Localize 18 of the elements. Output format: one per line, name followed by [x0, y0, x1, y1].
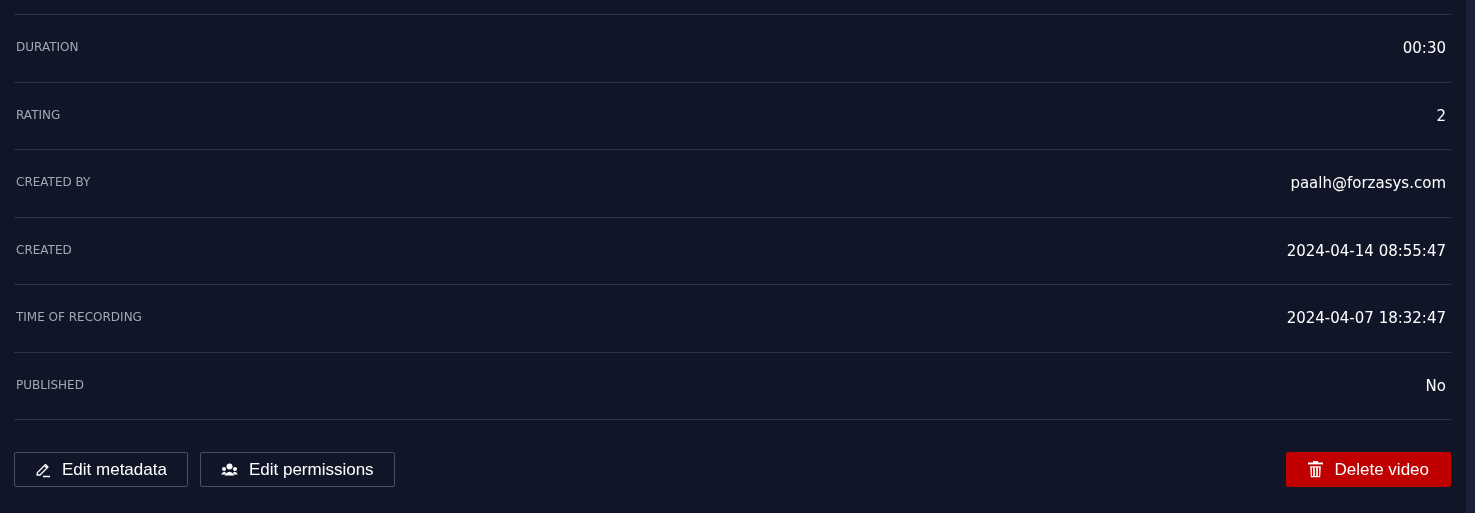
field-value: No: [1425, 376, 1446, 395]
field-value: paalh@forzasys.com: [1290, 174, 1446, 193]
users-icon: [220, 463, 238, 476]
field-value: 2: [1436, 106, 1446, 125]
field-value: 00:30: [1402, 39, 1446, 58]
field-label: DURATION: [16, 40, 79, 55]
field-label: TIME OF RECORDING: [16, 310, 142, 325]
trash-icon: [1308, 461, 1324, 478]
field-value: 2024-04-14 08:55:47: [1286, 241, 1446, 260]
delete-button[interactable]: Delete video: [1286, 452, 1451, 487]
field-label: RATING: [16, 107, 61, 122]
field-label: PUBLISHED: [16, 377, 84, 392]
edit-permissions-button[interactable]: Edit permissions: [199, 452, 395, 487]
field-label: CREATED: [16, 242, 72, 257]
pencil-icon: [35, 461, 51, 478]
edit-metadata-button[interactable]: Edit metadata: [14, 452, 188, 487]
field-label: CREATED BY: [16, 175, 91, 190]
field-value: 2024-04-07 18:32:47: [1286, 309, 1446, 328]
